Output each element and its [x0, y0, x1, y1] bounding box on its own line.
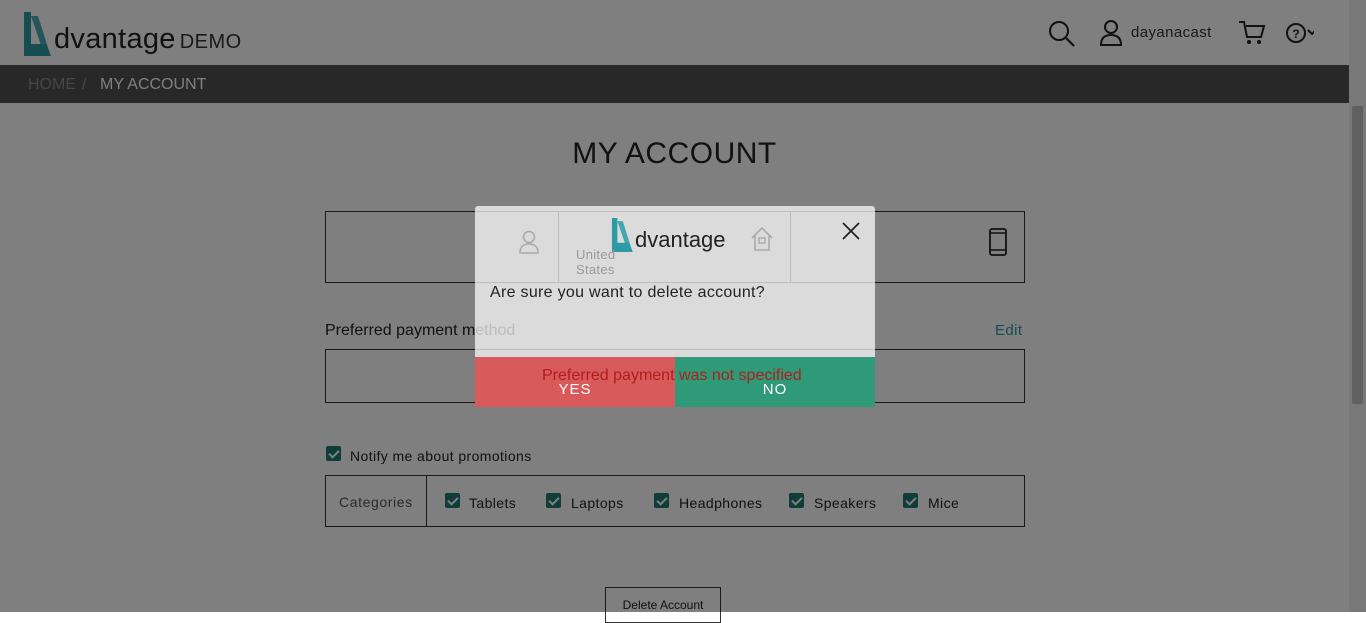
account-box-edge	[475, 282, 875, 283]
payment-box-edge	[475, 349, 875, 350]
payment-status-text: Preferred payment was not specified	[542, 367, 802, 384]
person-icon	[519, 230, 539, 254]
delete-confirmation-question: Are sure you want to delete account?	[490, 284, 765, 301]
account-box-divider	[790, 211, 791, 282]
close-icon[interactable]	[840, 220, 862, 242]
dialog-logo-word: dvantage	[635, 227, 726, 252]
account-country: United States	[576, 247, 616, 277]
home-icon	[751, 226, 773, 251]
account-box-divider	[558, 211, 559, 282]
dialog-logo: dvantage	[610, 218, 726, 252]
